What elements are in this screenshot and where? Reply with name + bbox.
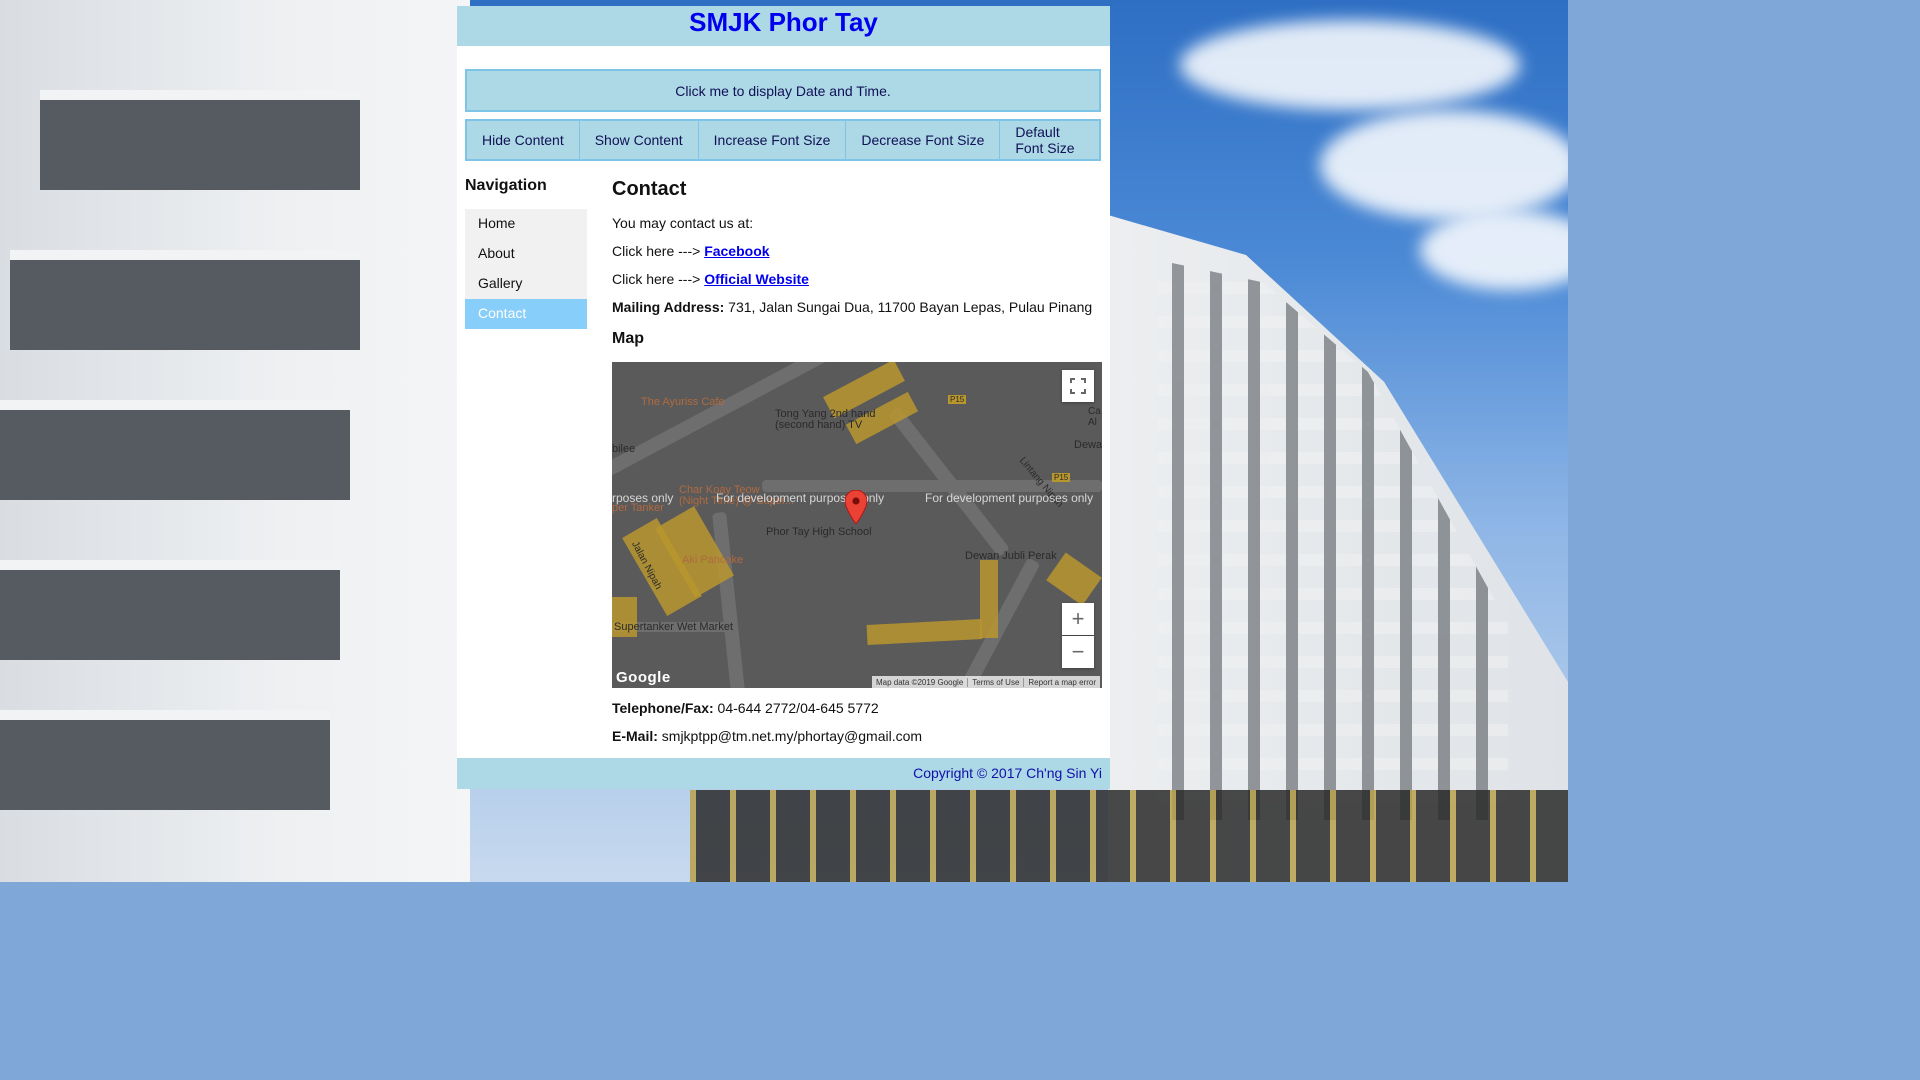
map-label-jubilee: bilee: [612, 443, 636, 455]
telephone-fax: Telephone/Fax: 04-644 2772/04-645 5772: [612, 700, 1102, 716]
sidebar-navigation: Navigation Home About Gallery Contact: [465, 161, 587, 756]
datetime-button[interactable]: Click me to display Date and Time.: [465, 69, 1101, 112]
hide-content-button[interactable]: Hide Content: [467, 121, 580, 159]
nav-item-contact[interactable]: Contact: [465, 299, 587, 329]
map-building: [866, 619, 983, 645]
terms-of-use-link[interactable]: Terms of Use: [967, 677, 1023, 687]
cloud: [1320, 110, 1568, 220]
map-label-tongyang: Tong Yang 2nd hand (second hand) TV: [775, 408, 876, 431]
zoom-out-button[interactable]: −: [1062, 636, 1094, 668]
site-header: SMJK Phor Tay: [457, 6, 1110, 46]
google-logo: Google: [616, 669, 671, 686]
map-label-cafe: The Ayuriss Cafe: [641, 396, 725, 408]
mailing-address-label: Mailing Address:: [612, 299, 725, 315]
map-attribution: Map data ©2019 Google Terms of Use Repor…: [871, 676, 1100, 688]
email-label: E-Mail:: [612, 728, 658, 744]
map-label-market: Supertanker Wet Market: [614, 621, 734, 633]
map-parking-label: P15: [948, 395, 967, 404]
nav-item-gallery[interactable]: Gallery: [465, 269, 587, 299]
building-floor: [0, 400, 350, 500]
map-building: [980, 560, 998, 638]
map-parking-label: P15: [1052, 473, 1071, 482]
map-label-ca: Ca Al: [1088, 406, 1101, 428]
cloud: [1180, 20, 1520, 110]
email-value: smjkptpp@tm.net.my/phortay@gmail.com: [661, 728, 923, 744]
report-map-error-link[interactable]: Report a map error: [1023, 677, 1100, 687]
google-map[interactable]: The Ayuriss Cafe Tong Yang 2nd hand (sec…: [612, 362, 1102, 688]
content-area: Navigation Home About Gallery Contact Co…: [457, 161, 1110, 756]
map-dev-watermark: rposes only: [612, 491, 674, 505]
map-label-dewa: Dewa: [1074, 439, 1102, 451]
facebook-link[interactable]: Facebook: [704, 243, 769, 259]
email-line: E-Mail: smjkptpp@tm.net.my/phortay@gmail…: [612, 728, 1102, 744]
contact-intro: You may contact us at:: [612, 215, 754, 231]
site-footer: Copyright © 2017 Ch'ng Sin Yi: [457, 758, 1110, 789]
mailing-address-value: 731, Jalan Sungai Dua, 11700 Bayan Lepas…: [728, 299, 1093, 315]
map-heading: Map: [612, 330, 644, 347]
map-data-credit: Map data ©2019 Google: [875, 677, 964, 687]
content-toolbar: Hide Content Show Content Increase Font …: [465, 119, 1101, 161]
page-container: SMJK Phor Tay Click me to display Date a…: [457, 6, 1110, 789]
canopy-roof: [690, 790, 1568, 882]
telephone-label: Telephone/Fax:: [612, 700, 714, 716]
map-label-pancake: Aki Pancake: [682, 554, 744, 566]
building-floor: [40, 90, 360, 190]
school-building-left: [0, 0, 470, 882]
decrease-font-button[interactable]: Decrease Font Size: [846, 121, 1001, 159]
show-content-button[interactable]: Show Content: [580, 121, 699, 159]
map-label-dewan: Dewan Jubli Perak: [965, 550, 1057, 562]
nav-item-home[interactable]: Home: [465, 209, 587, 239]
map-label-school: Phor Tay High School: [766, 526, 872, 538]
nav-item-about[interactable]: About: [465, 239, 587, 269]
click-prefix: Click here --->: [612, 243, 701, 259]
building-floor: [0, 560, 340, 660]
site-title: SMJK Phor Tay: [689, 7, 878, 37]
official-website-link[interactable]: Official Website: [704, 271, 809, 287]
click-prefix: Click here --->: [612, 271, 701, 287]
facebook-line: Click here ---> Facebook: [612, 243, 1102, 259]
map-road: [712, 511, 746, 688]
nav-heading: Navigation: [465, 177, 547, 194]
fullscreen-icon[interactable]: [1062, 370, 1094, 402]
zoom-in-button[interactable]: +: [1062, 603, 1094, 635]
default-font-button[interactable]: Default Font Size: [1000, 121, 1099, 159]
telephone-value: 04-644 2772/04-645 5772: [717, 700, 879, 716]
page-title: Contact: [612, 178, 687, 200]
increase-font-button[interactable]: Increase Font Size: [699, 121, 847, 159]
map-dev-watermark: For development purposes only: [925, 491, 1094, 505]
main-content: Contact You may contact us at: Click her…: [612, 161, 1102, 756]
building-floor: [0, 710, 330, 810]
mailing-address: Mailing Address: 731, Jalan Sungai Dua, …: [612, 299, 1102, 315]
website-line: Click here ---> Official Website: [612, 271, 1102, 287]
map-marker-icon[interactable]: [845, 490, 867, 524]
nav-list: Home About Gallery Contact: [465, 209, 587, 329]
building-floor: [10, 250, 360, 350]
